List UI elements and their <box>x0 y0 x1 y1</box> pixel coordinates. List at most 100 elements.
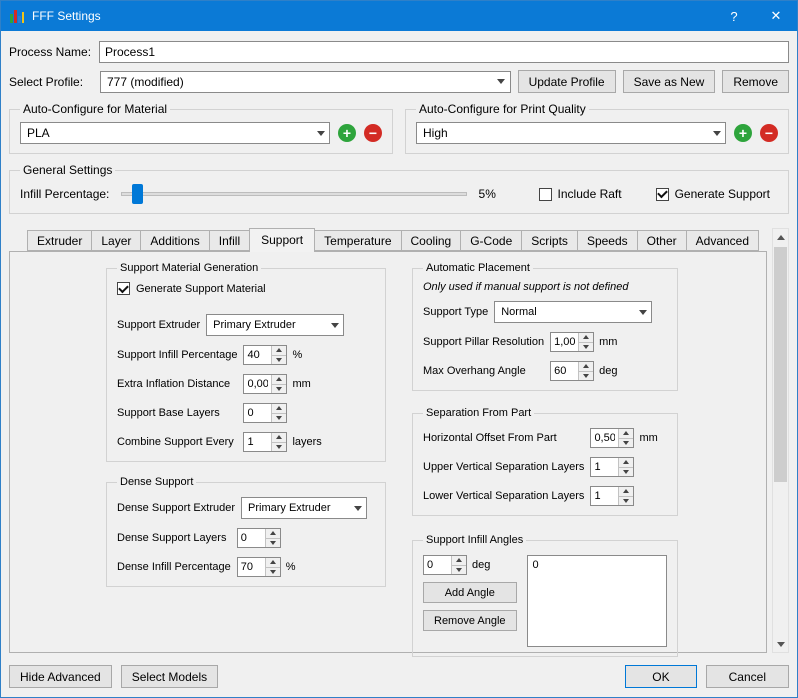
add-quality-button[interactable]: + <box>734 124 752 142</box>
tab-scripts[interactable]: Scripts <box>521 230 578 251</box>
close-button[interactable]: ✕ <box>755 1 797 31</box>
spin-down-icon[interactable] <box>266 568 280 577</box>
support-type-value: Normal <box>501 306 634 318</box>
max-overhang-angle-input[interactable] <box>551 362 578 380</box>
include-raft-label: Include Raft <box>558 187 622 201</box>
tab-extruder[interactable]: Extruder <box>27 230 92 251</box>
scroll-up-button[interactable] <box>773 229 788 245</box>
spin-down-icon[interactable] <box>272 385 286 394</box>
include-raft-checkbox[interactable]: Include Raft <box>539 187 622 201</box>
ok-button[interactable]: OK <box>625 665 696 688</box>
support-type-select[interactable]: Normal <box>494 301 652 323</box>
remove-profile-button[interactable]: Remove <box>722 70 789 93</box>
support-base-layers-spinner[interactable] <box>243 403 287 423</box>
spin-down-icon[interactable] <box>579 343 593 352</box>
spin-down-icon[interactable] <box>452 566 466 575</box>
tab-other[interactable]: Other <box>637 230 687 251</box>
spin-down-icon[interactable] <box>619 497 633 506</box>
spin-up-icon[interactable] <box>619 487 633 497</box>
spin-up-icon[interactable] <box>619 429 633 439</box>
help-button[interactable]: ? <box>713 1 755 31</box>
upper-vertical-separation-input[interactable] <box>591 458 618 476</box>
generate-support-material-checkbox[interactable]: Generate Support Material <box>117 282 266 295</box>
process-name-input[interactable] <box>99 41 789 63</box>
tab-additions[interactable]: Additions <box>140 230 209 251</box>
horizontal-offset-input[interactable] <box>591 429 618 447</box>
extra-inflation-distance-input[interactable] <box>244 375 271 393</box>
hide-advanced-button[interactable]: Hide Advanced <box>9 665 112 688</box>
quality-select[interactable]: High <box>416 122 726 144</box>
lower-vertical-separation-input[interactable] <box>591 487 618 505</box>
spin-up-icon[interactable] <box>272 346 286 356</box>
infill-angles-list[interactable]: 0 <box>527 555 667 647</box>
tab-speeds[interactable]: Speeds <box>577 230 638 251</box>
support-pillar-resolution-spinner[interactable] <box>550 332 594 352</box>
combine-support-every-spinner[interactable] <box>243 432 287 452</box>
spin-down-icon[interactable] <box>272 356 286 365</box>
support-pillar-resolution-input[interactable] <box>551 333 578 351</box>
tab-temperature[interactable]: Temperature <box>314 230 401 251</box>
spin-up-icon[interactable] <box>272 433 286 443</box>
scrollbar[interactable] <box>772 228 789 653</box>
lower-vertical-separation-spinner[interactable] <box>590 486 634 506</box>
spin-down-icon[interactable] <box>272 414 286 423</box>
infill-angle-spinner[interactable] <box>423 555 467 575</box>
spin-down-icon[interactable] <box>272 443 286 452</box>
material-select[interactable]: PLA <box>20 122 330 144</box>
max-overhang-angle-spinner[interactable] <box>550 361 594 381</box>
horizontal-offset-spinner[interactable] <box>590 428 634 448</box>
automatic-placement-note: Only used if manual support is not defin… <box>423 281 667 293</box>
tab-support[interactable]: Support <box>249 228 315 252</box>
spin-up-icon[interactable] <box>272 404 286 414</box>
profile-select[interactable]: 777 (modified) <box>100 71 511 93</box>
tab-infill[interactable]: Infill <box>209 230 250 251</box>
remove-quality-button[interactable]: − <box>760 124 778 142</box>
extra-inflation-distance-spinner[interactable] <box>243 374 287 394</box>
spin-down-icon[interactable] <box>619 468 633 477</box>
list-item[interactable]: 0 <box>533 559 661 571</box>
spin-up-icon[interactable] <box>266 558 280 568</box>
cancel-button[interactable]: Cancel <box>706 665 789 688</box>
save-as-new-button[interactable]: Save as New <box>623 70 716 93</box>
generate-support-checkbox[interactable]: Generate Support <box>656 187 770 201</box>
tab-cooling[interactable]: Cooling <box>401 230 462 251</box>
spin-up-icon[interactable] <box>266 529 280 539</box>
scrollbar-track[interactable] <box>773 245 788 636</box>
support-infill-percentage-input[interactable] <box>244 346 271 364</box>
spin-down-icon[interactable] <box>266 539 280 548</box>
scrollbar-thumb[interactable] <box>774 247 787 482</box>
dense-support-layers-input[interactable] <box>238 529 265 547</box>
spin-up-icon[interactable] <box>272 375 286 385</box>
tab-layer[interactable]: Layer <box>91 230 141 251</box>
spin-up-icon[interactable] <box>619 458 633 468</box>
dense-support-layers-spinner[interactable] <box>237 528 281 548</box>
support-extruder-value: Primary Extruder <box>213 319 326 331</box>
support-infill-percentage-spinner[interactable] <box>243 345 287 365</box>
separation-from-part-title: Separation From Part <box>423 407 534 419</box>
add-material-button[interactable]: + <box>338 124 356 142</box>
infill-angle-input[interactable] <box>424 556 451 574</box>
infill-percentage-slider[interactable] <box>121 184 466 204</box>
dense-infill-percentage-input[interactable] <box>238 558 265 576</box>
spin-up-icon[interactable] <box>579 333 593 343</box>
add-angle-button[interactable]: Add Angle <box>423 582 517 603</box>
dense-support-extruder-select[interactable]: Primary Extruder <box>241 497 367 519</box>
spin-down-icon[interactable] <box>579 372 593 381</box>
slider-track[interactable] <box>121 192 466 196</box>
scroll-down-button[interactable] <box>773 636 788 652</box>
spin-up-icon[interactable] <box>579 362 593 372</box>
support-extruder-select[interactable]: Primary Extruder <box>206 314 344 336</box>
update-profile-button[interactable]: Update Profile <box>518 70 616 93</box>
support-base-layers-input[interactable] <box>244 404 271 422</box>
spin-down-icon[interactable] <box>619 439 633 448</box>
spin-up-icon[interactable] <box>452 556 466 566</box>
remove-material-button[interactable]: − <box>364 124 382 142</box>
combine-support-every-input[interactable] <box>244 433 271 451</box>
tab-gcode[interactable]: G-Code <box>460 230 522 251</box>
select-models-button[interactable]: Select Models <box>121 665 218 688</box>
slider-thumb[interactable] <box>132 184 143 204</box>
upper-vertical-separation-spinner[interactable] <box>590 457 634 477</box>
tab-advanced[interactable]: Advanced <box>686 230 759 251</box>
dense-infill-percentage-spinner[interactable] <box>237 557 281 577</box>
remove-angle-button[interactable]: Remove Angle <box>423 610 517 631</box>
